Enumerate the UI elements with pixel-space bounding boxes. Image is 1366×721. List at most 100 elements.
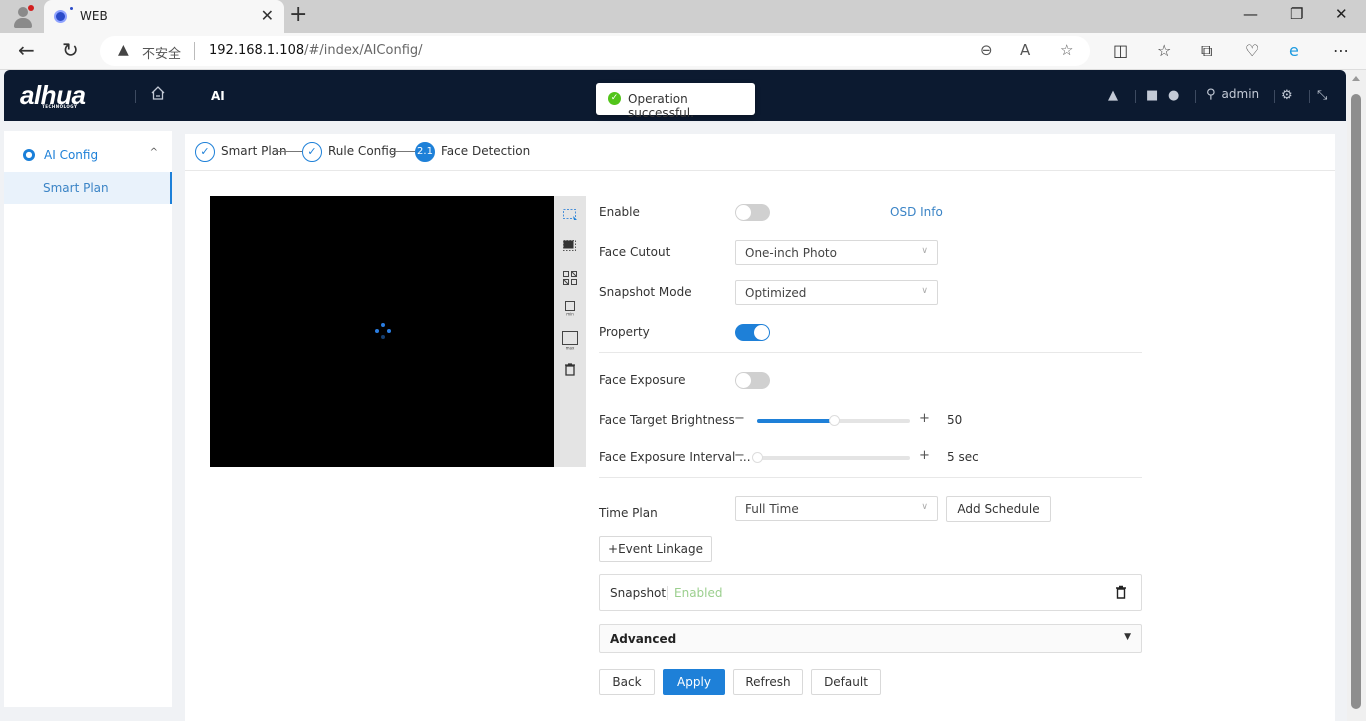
refresh-button[interactable]: Refresh [733, 669, 803, 695]
enable-label: Enable [599, 205, 640, 219]
decrease-interval-button[interactable]: − [734, 448, 745, 463]
favicon [54, 10, 67, 23]
apply-button[interactable]: Apply [663, 669, 725, 695]
grid-icon[interactable] [562, 270, 578, 286]
event-linkage-button[interactable]: +Event Linkage [599, 536, 712, 562]
user-menu[interactable]: ⚲ admin [1206, 87, 1259, 102]
browser-tab[interactable]: WEB ✕ [44, 0, 284, 33]
sidebar-item-label: Smart Plan [43, 181, 109, 195]
more-icon[interactable]: ⋯ [1333, 41, 1349, 60]
face-target-brightness-slider[interactable] [757, 415, 910, 426]
time-plan-row: Time Plan Full Time ∨ Add Schedule [599, 496, 1159, 522]
split-screen-icon[interactable]: ◫ [1113, 41, 1128, 60]
decrease-brightness-button[interactable]: − [734, 411, 745, 426]
time-plan-value: Full Time [745, 502, 799, 516]
main-panel: ✓ Smart Plan ✓ Rule Config 2.1 Face Dete… [185, 134, 1335, 721]
address-bar-row: ← ↻ ▲ 不安全 192.168.1.108/#/index/AIConfig… [0, 33, 1366, 70]
user-icon: ⚲ [1206, 87, 1216, 102]
zoom-out-icon[interactable]: ⊖ [980, 41, 993, 59]
face-exposure-interval-value: 5 sec [947, 450, 979, 464]
snapshot-label: Snapshot [610, 586, 667, 600]
settings-icon[interactable]: ⚙ [1281, 88, 1293, 103]
face-exposure-interval-label: Face Exposure Interval ... [599, 450, 751, 464]
snapshot-mode-value: Optimized [745, 286, 807, 300]
face-cutout-value: One-inch Photo [745, 246, 837, 260]
toast-message: Operation successful. [628, 92, 694, 120]
property-toggle[interactable] [735, 324, 770, 341]
profile-icon[interactable] [10, 4, 36, 30]
url-path: /#/index/AIConfig/ [304, 43, 423, 58]
fullscreen-icon[interactable]: ⤡ [1317, 88, 1327, 103]
sidebar-group-ai-config[interactable]: ● AI Config ^ [4, 137, 172, 173]
face-exposure-interval-row: Face Exposure Interval ... − + 5 sec [599, 445, 1159, 469]
tab-title: WEB [80, 9, 108, 23]
delete-icon[interactable] [1115, 585, 1127, 599]
loading-spinner-icon [375, 323, 391, 339]
enable-row: Enable OSD Info [599, 200, 1159, 224]
svg-text:max: max [566, 346, 575, 351]
success-toast: ✓ Operation successful. [596, 83, 755, 120]
back-button[interactable]: Back [599, 669, 655, 695]
snapshot-status: Enabled [674, 586, 723, 600]
nav-item-ai[interactable]: AI [211, 89, 225, 103]
ie-mode-icon[interactable]: e [1289, 41, 1299, 60]
face-exposure-label: Face Exposure [599, 373, 686, 387]
sidebar-group-label: AI Config [44, 148, 99, 162]
back-icon[interactable]: ← [18, 38, 35, 62]
advanced-section[interactable]: Advanced ▼ [599, 624, 1142, 653]
globe-icon[interactable]: ● [1168, 88, 1179, 103]
face-exposure-row: Face Exposure [599, 368, 1159, 392]
face-exposure-toggle[interactable] [735, 372, 770, 389]
draw-exclude-icon[interactable] [562, 237, 578, 253]
time-plan-select[interactable]: Full Time ∨ [735, 496, 938, 521]
home-icon[interactable] [150, 85, 166, 101]
face-exposure-interval-slider[interactable] [752, 452, 910, 463]
snapshot-mode-select[interactable]: Optimized ∨ [735, 280, 938, 305]
close-window-icon[interactable]: ✕ [1335, 5, 1348, 23]
scroll-thumb[interactable] [1351, 94, 1361, 709]
ai-config-icon: ● [23, 149, 35, 161]
snapshot-mode-row: Snapshot Mode Optimized ∨ [599, 280, 1159, 305]
max-size-icon[interactable]: max [561, 330, 579, 350]
sidebar-item-smart-plan[interactable]: Smart Plan [4, 172, 172, 204]
page-scrollbar[interactable] [1347, 70, 1366, 721]
delete-icon[interactable] [562, 361, 578, 377]
collections-icon[interactable]: ⧉ [1201, 41, 1212, 61]
enable-toggle[interactable] [735, 204, 770, 221]
username: admin [1221, 87, 1260, 101]
minimize-icon[interactable]: — [1243, 5, 1258, 23]
url-text[interactable]: 192.168.1.108/#/index/AIConfig/ [209, 43, 423, 58]
bell-icon[interactable]: ▲ [1108, 88, 1118, 103]
address-bar[interactable]: ▲ 不安全 192.168.1.108/#/index/AIConfig/ ⊖ … [100, 36, 1090, 66]
browser-essentials-icon[interactable]: ♡ [1245, 41, 1259, 60]
restore-icon[interactable]: ❐ [1290, 5, 1303, 23]
reload-icon[interactable]: ↻ [62, 38, 79, 62]
advanced-label: Advanced [610, 632, 677, 646]
warning-icon[interactable]: ▲ [118, 42, 129, 58]
check-icon: ✓ [302, 142, 322, 162]
increase-brightness-button[interactable]: + [919, 411, 930, 426]
min-size-icon[interactable]: min [562, 300, 578, 316]
add-schedule-button[interactable]: Add Schedule [946, 496, 1051, 522]
security-label[interactable]: 不安全 [142, 43, 181, 62]
scroll-up-icon[interactable] [1352, 76, 1360, 81]
favorite-star-icon[interactable]: ☆ [1060, 41, 1073, 59]
draw-rule-icon[interactable] [562, 206, 578, 222]
new-tab-icon[interactable]: + [289, 3, 307, 27]
face-target-brightness-row: Face Target Brightness − + 50 [599, 408, 1159, 432]
osd-info-link[interactable]: OSD Info [890, 205, 943, 219]
video-preview[interactable] [210, 196, 554, 467]
face-cutout-label: Face Cutout [599, 245, 671, 259]
browser-tabstrip: WEB ✕ + — ❐ ✕ [0, 0, 1366, 33]
close-tab-icon[interactable]: ✕ [261, 6, 274, 25]
chevron-up-icon[interactable]: ^ [150, 147, 158, 158]
app-container: alhua TECHNOLOGY AI ✓ Operation successf… [4, 70, 1346, 721]
read-aloud-icon[interactable]: A [1020, 41, 1030, 59]
face-cutout-select[interactable]: One-inch Photo ∨ [735, 240, 938, 265]
favorites-icon[interactable]: ☆ [1157, 41, 1171, 60]
shirt-icon[interactable]: ■ [1146, 88, 1158, 103]
face-cutout-row: Face Cutout One-inch Photo ∨ [599, 240, 1159, 265]
default-button[interactable]: Default [811, 669, 881, 695]
url-host: 192.168.1.108 [209, 43, 305, 58]
increase-interval-button[interactable]: + [919, 448, 930, 463]
